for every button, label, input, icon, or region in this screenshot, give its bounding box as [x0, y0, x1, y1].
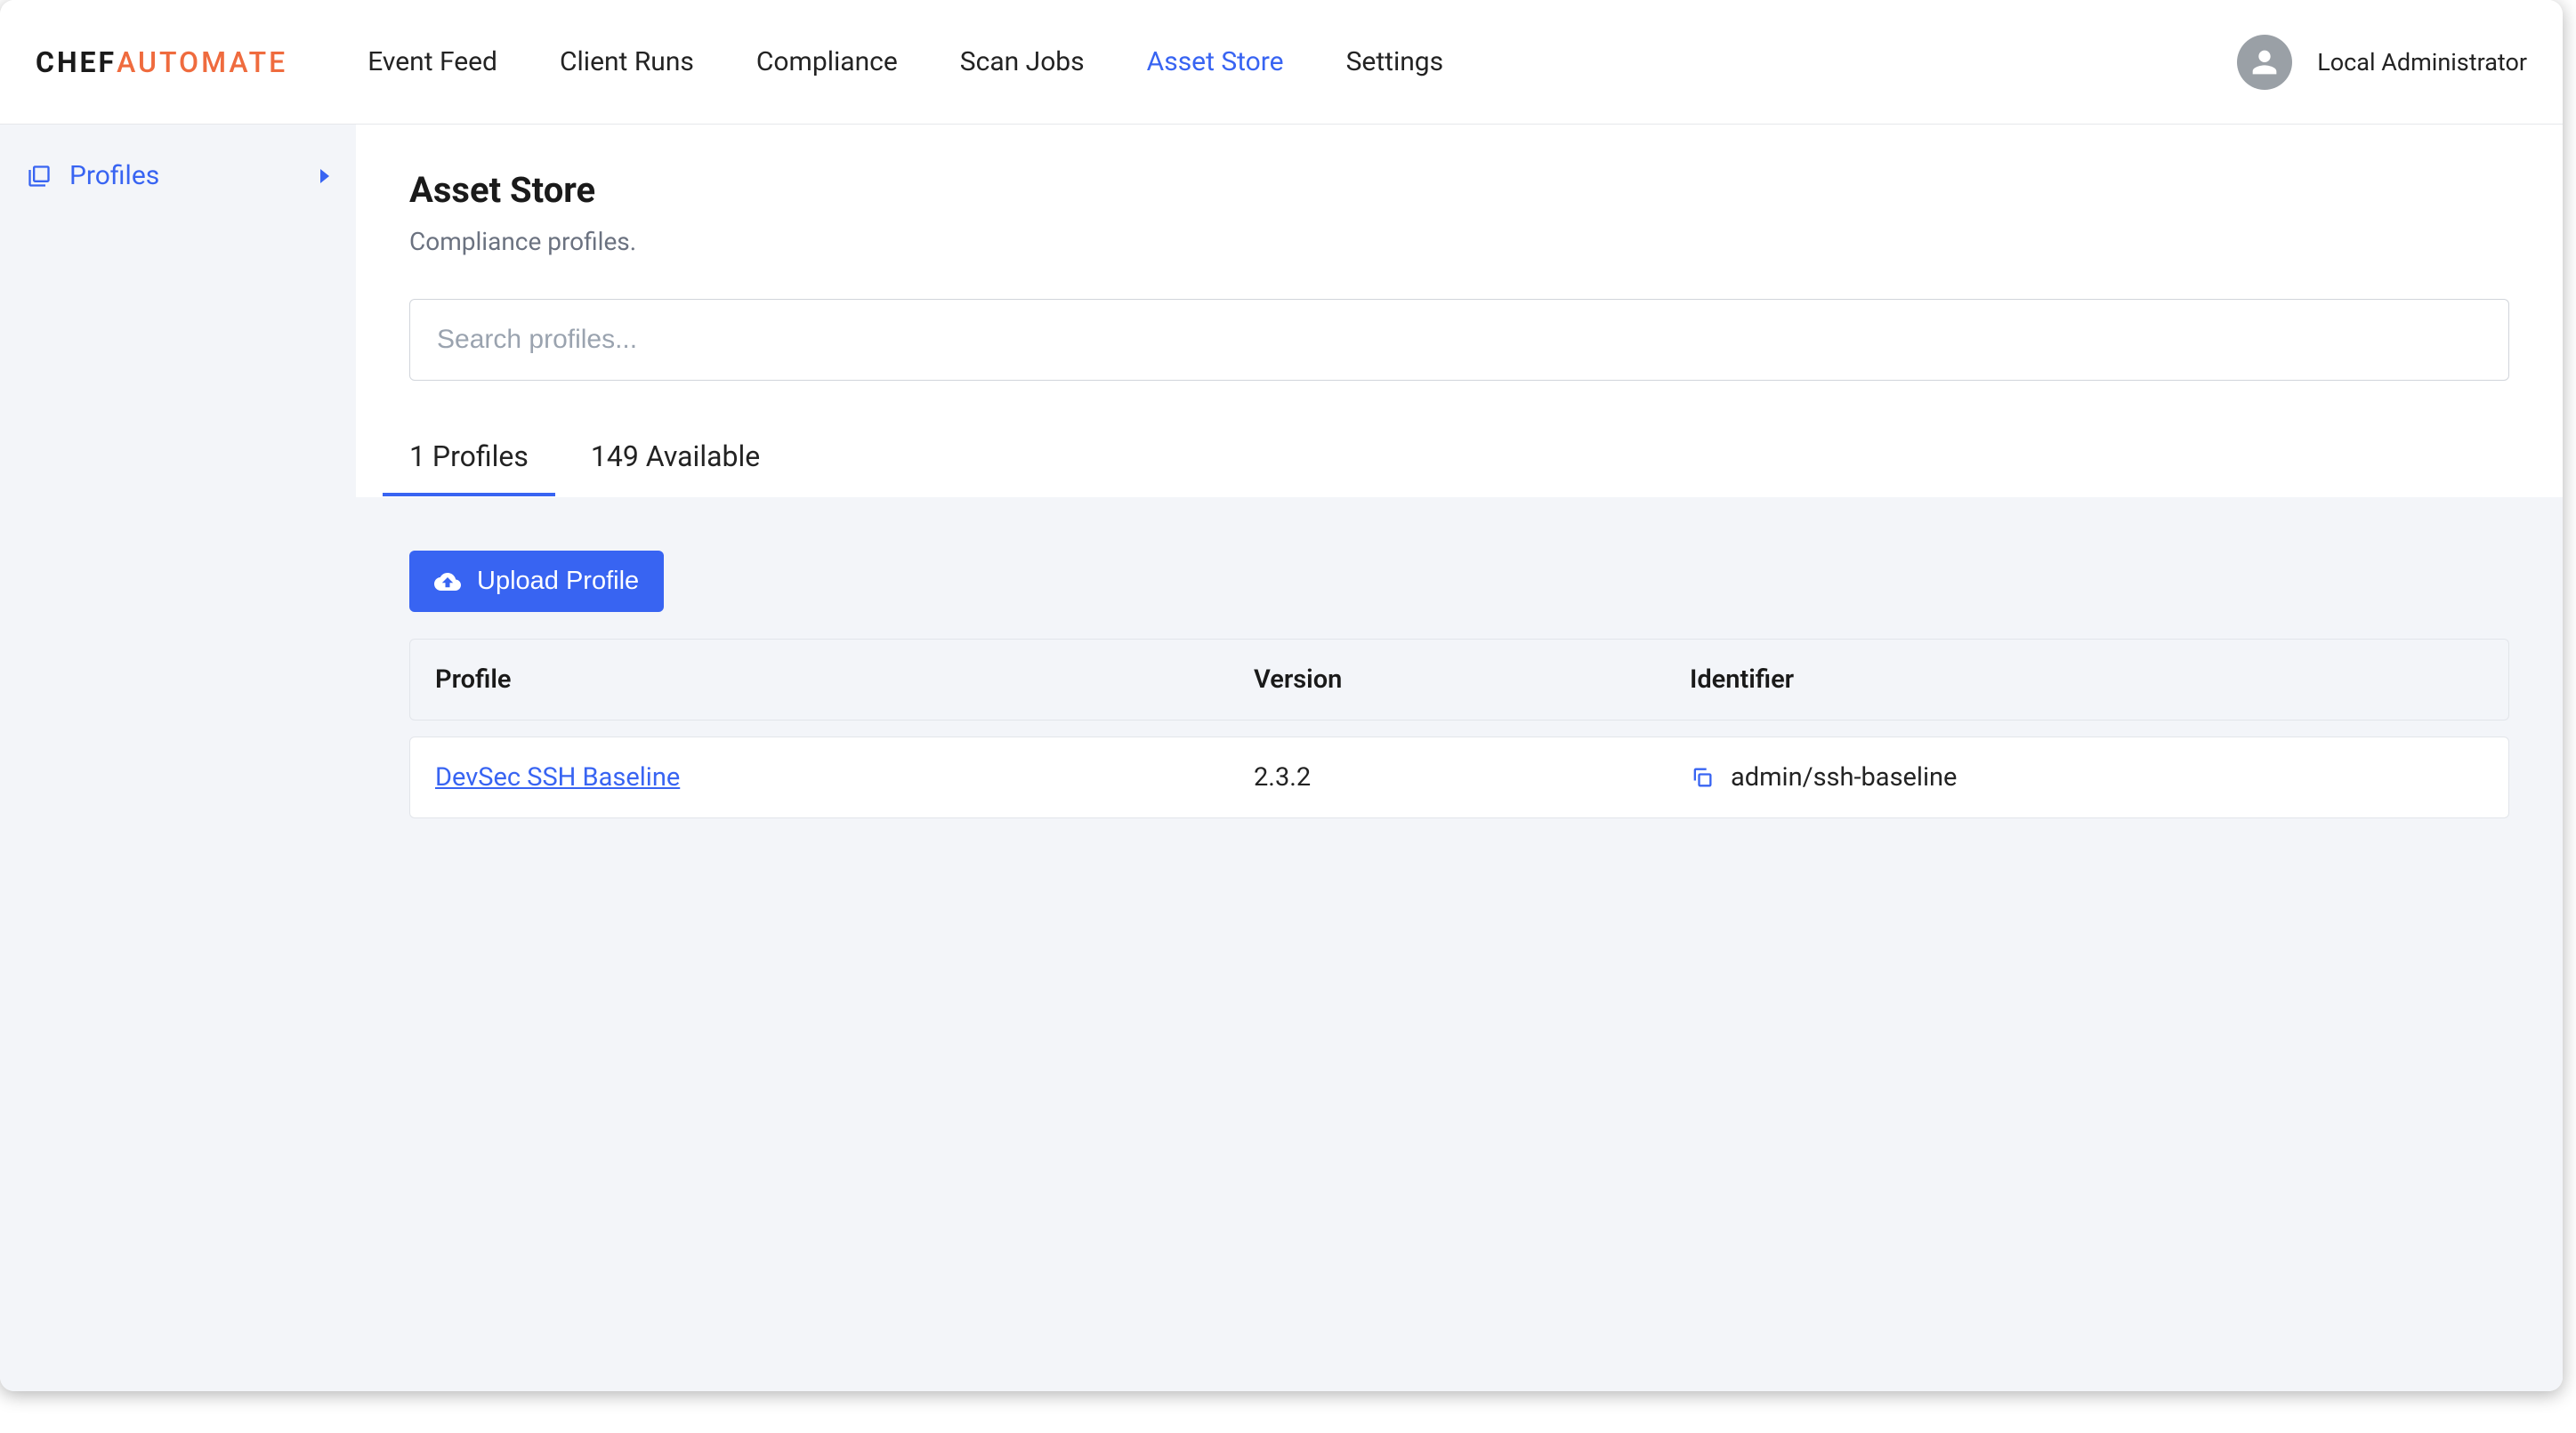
profiles-table: Profile Version Identifier DevSec SSH Ba…: [409, 639, 2509, 818]
search-input[interactable]: [409, 299, 2509, 381]
lower-panel: Upload Profile Profile Version Identifie…: [356, 497, 2563, 1391]
sidebar-item-label: Profiles: [69, 160, 159, 191]
page-subtitle: Compliance profiles.: [409, 227, 2509, 256]
nav-compliance[interactable]: Compliance: [756, 46, 898, 77]
nav-settings[interactable]: Settings: [1346, 46, 1444, 77]
top-nav: Event Feed Client Runs Compliance Scan J…: [367, 46, 1443, 77]
nav-event-feed[interactable]: Event Feed: [367, 46, 497, 77]
user-area[interactable]: Local Administrator: [2237, 35, 2527, 90]
profile-version: 2.3.2: [1254, 762, 1690, 793]
logo-automate: AUTOMATE: [117, 45, 287, 79]
col-header-identifier: Identifier: [1690, 664, 2483, 695]
table-header: Profile Version Identifier: [409, 639, 2509, 721]
page-title: Asset Store: [409, 169, 2509, 211]
profile-link[interactable]: DevSec SSH Baseline: [435, 762, 680, 793]
main-area: Profiles Asset Store Compliance profiles…: [0, 125, 2563, 1391]
person-icon: [2247, 44, 2282, 80]
content: Asset Store Compliance profiles. 1 Profi…: [356, 125, 2563, 1391]
copy-icon[interactable]: [1690, 765, 1715, 790]
sidebar: Profiles: [0, 125, 356, 1391]
cloud-upload-icon: [434, 568, 461, 595]
tab-available[interactable]: 149 Available: [591, 427, 760, 496]
nav-asset-store[interactable]: Asset Store: [1147, 46, 1284, 77]
col-header-profile: Profile: [435, 664, 1254, 695]
col-header-version: Version: [1254, 664, 1690, 695]
topbar: CHEFAUTOMATE Event Feed Client Runs Comp…: [0, 0, 2563, 125]
profile-identifier: admin/ssh-baseline: [1731, 762, 1957, 793]
logo: CHEFAUTOMATE: [36, 45, 287, 79]
sidebar-item-profiles[interactable]: Profiles: [0, 141, 356, 211]
nav-scan-jobs[interactable]: Scan Jobs: [960, 46, 1085, 77]
nav-client-runs[interactable]: Client Runs: [560, 46, 694, 77]
library-icon: [27, 164, 52, 189]
chevron-right-icon: [320, 169, 329, 183]
avatar[interactable]: [2237, 35, 2292, 90]
app-window: CHEFAUTOMATE Event Feed Client Runs Comp…: [0, 0, 2563, 1391]
table-row[interactable]: DevSec SSH Baseline 2.3.2 admin/ssh-base…: [409, 737, 2509, 818]
logo-chef: CHEF: [36, 45, 117, 79]
upload-profile-label: Upload Profile: [477, 567, 639, 596]
tab-profiles[interactable]: 1 Profiles: [409, 427, 529, 496]
user-name: Local Administrator: [2317, 48, 2527, 76]
tabs: 1 Profiles 149 Available: [409, 427, 2509, 497]
upload-profile-button[interactable]: Upload Profile: [409, 551, 664, 612]
